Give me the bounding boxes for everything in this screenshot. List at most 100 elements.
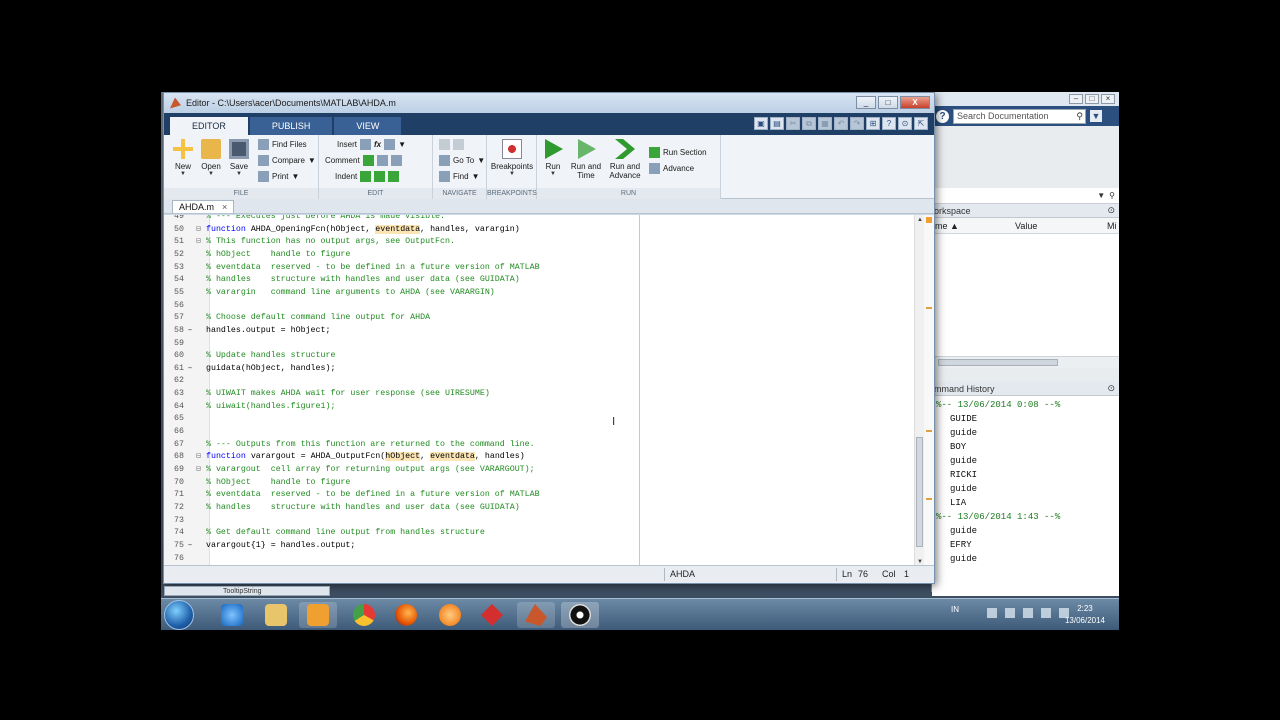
- goto-button[interactable]: Go To ▼: [439, 155, 485, 166]
- dropdown-arrow-icon[interactable]: ▼: [1097, 191, 1105, 200]
- close-button[interactable]: X: [900, 96, 930, 109]
- taskbar-matlab[interactable]: [517, 602, 555, 628]
- fold-icon[interactable]: ⊟: [196, 464, 206, 477]
- code-line[interactable]: 55 % varargin command line arguments to A…: [164, 287, 634, 300]
- new-button[interactable]: New ▼: [170, 139, 196, 177]
- vertical-scrollbar[interactable]: ▲ ▼: [914, 215, 924, 567]
- flag-icon[interactable]: [1005, 608, 1015, 618]
- code-line[interactable]: 60 % Update handles structure: [164, 350, 634, 363]
- run-section-button[interactable]: Run Section: [649, 147, 707, 158]
- copy-icon[interactable]: ⧉: [802, 117, 816, 130]
- fx-icon[interactable]: fx: [374, 140, 381, 149]
- compare-button[interactable]: Compare ▼: [258, 155, 316, 166]
- breakpoint-marker[interactable]: –: [184, 540, 196, 553]
- taskbar-ie[interactable]: [213, 602, 251, 628]
- decrease-indent-icon[interactable]: [388, 171, 400, 182]
- breakpoint-marker[interactable]: –: [184, 325, 196, 338]
- code-line[interactable]: 63 % UIWAIT makes AHDA wait for user resp…: [164, 388, 634, 401]
- code-line[interactable]: 56: [164, 300, 634, 313]
- scroll-thumb[interactable]: [938, 359, 1058, 366]
- save-button[interactable]: Save ▼: [226, 139, 252, 177]
- history-command[interactable]: guide: [932, 454, 1119, 468]
- increase-indent-icon[interactable]: [374, 171, 386, 182]
- back-icon[interactable]: [439, 139, 450, 150]
- taskbar-flashget[interactable]: [473, 602, 511, 628]
- panel-menu-icon[interactable]: ⊙: [1107, 383, 1115, 394]
- open-icon[interactable]: ▤: [770, 117, 784, 130]
- history-command[interactable]: guide: [932, 426, 1119, 440]
- code-line[interactable]: 59: [164, 338, 634, 351]
- code-line[interactable]: 71 % eventdata reserved - to be defined i…: [164, 489, 634, 502]
- collapse-ribbon-icon[interactable]: ⇱: [914, 117, 928, 130]
- history-command[interactable]: LIA: [932, 496, 1119, 510]
- code-line[interactable]: 66: [164, 426, 634, 439]
- history-command[interactable]: guide: [932, 552, 1119, 566]
- code-line[interactable]: 69 ⊟% varargout cell array for returning …: [164, 464, 634, 477]
- save-icon[interactable]: ▣: [754, 117, 768, 130]
- indent-button[interactable]: Indent: [335, 171, 400, 182]
- code-line[interactable]: 58– handles.output = hObject;: [164, 325, 634, 338]
- paste-icon[interactable]: ▦: [818, 117, 832, 130]
- maximize-button[interactable]: □: [1085, 94, 1099, 104]
- code-line[interactable]: 65: [164, 413, 634, 426]
- uncomment-icon[interactable]: [376, 155, 388, 166]
- panel-menu-icon[interactable]: ⊙: [1107, 205, 1115, 216]
- open-button[interactable]: Open ▼: [198, 139, 224, 177]
- print-button[interactable]: Print ▼: [258, 171, 299, 182]
- taskbar-orange-app[interactable]: [431, 602, 469, 628]
- tab-view[interactable]: VIEW: [334, 117, 402, 135]
- message-bar[interactable]: [924, 215, 934, 567]
- history-command[interactable]: RICKI: [932, 468, 1119, 482]
- help-icon[interactable]: ?: [936, 109, 949, 123]
- network-icon[interactable]: [1041, 608, 1051, 618]
- search-icon[interactable]: ⚲: [1076, 111, 1083, 122]
- code-line[interactable]: 76: [164, 553, 634, 566]
- clock[interactable]: 2:23 13/06/2014: [1065, 603, 1105, 627]
- find-files-button[interactable]: Find Files: [258, 139, 307, 150]
- scroll-thumb[interactable]: [916, 437, 923, 547]
- code-line[interactable]: 70 % hObject handle to figure: [164, 477, 634, 490]
- filter-icon[interactable]: ▼: [1090, 110, 1102, 122]
- back-forward-buttons[interactable]: [439, 139, 464, 150]
- warning-indicator-icon[interactable]: [926, 217, 932, 223]
- advance-button[interactable]: Advance: [649, 163, 694, 174]
- workspace-hscrollbar[interactable]: [932, 356, 1119, 368]
- file-tab-ahda[interactable]: AHDA.m ×: [172, 200, 235, 213]
- code-line[interactable]: 53 % eventdata reserved - to be defined i…: [164, 262, 634, 275]
- find-button[interactable]: Find ▼: [439, 171, 479, 182]
- history-command[interactable]: guide: [932, 524, 1119, 538]
- history-command[interactable]: EFRY: [932, 538, 1119, 552]
- taskbar-firefox[interactable]: [387, 602, 425, 628]
- search-documentation-input[interactable]: Search Documentation ⚲: [953, 108, 1086, 124]
- help-icon[interactable]: ?: [882, 117, 896, 130]
- code-line[interactable]: 74 % Get default command line output from…: [164, 527, 634, 540]
- undo-icon[interactable]: ↶: [834, 117, 848, 130]
- start-button[interactable]: [164, 600, 194, 630]
- min-column-header[interactable]: Mi: [1104, 221, 1117, 231]
- run-button[interactable]: Run ▼: [541, 139, 565, 177]
- options-icon[interactable]: ⊙: [898, 117, 912, 130]
- code-line[interactable]: 54 % handles structure with handles and u…: [164, 274, 634, 287]
- code-line[interactable]: 62: [164, 375, 634, 388]
- taskbar-media-player[interactable]: [299, 602, 337, 628]
- fold-icon[interactable]: ⊟: [196, 236, 206, 249]
- value-column-header[interactable]: Value: [1012, 221, 1104, 231]
- warning-marker[interactable]: [926, 430, 932, 432]
- close-tab-icon[interactable]: ×: [222, 201, 227, 213]
- name-column-header[interactable]: me ▲: [932, 221, 1012, 231]
- maximize-button[interactable]: □: [878, 96, 898, 109]
- forward-icon[interactable]: [453, 139, 464, 150]
- breakpoint-marker[interactable]: –: [184, 363, 196, 376]
- code-line[interactable]: 52 % hObject handle to figure: [164, 249, 634, 262]
- code-editor[interactable]: 49 % --- Executes just before AHDA is mad…: [164, 215, 934, 567]
- code-line[interactable]: 75– varargout{1} = handles.output;: [164, 540, 634, 553]
- cut-icon[interactable]: ✂: [786, 117, 800, 130]
- redo-icon[interactable]: ↷: [850, 117, 864, 130]
- history-timestamp[interactable]: %-- 13/06/2014 0:08 --%: [932, 398, 1119, 412]
- code-line[interactable]: 57 % Choose default command line output f…: [164, 312, 634, 325]
- run-and-advance-button[interactable]: Run and Advance: [607, 139, 643, 180]
- code-line[interactable]: 51 ⊟% This function has no output args, s…: [164, 236, 634, 249]
- code-line[interactable]: 68 ⊟ function varargout = AHDA_OutputFcn(h…: [164, 451, 634, 464]
- minimize-button[interactable]: _: [856, 96, 876, 109]
- arrow-up-icon[interactable]: [987, 608, 997, 618]
